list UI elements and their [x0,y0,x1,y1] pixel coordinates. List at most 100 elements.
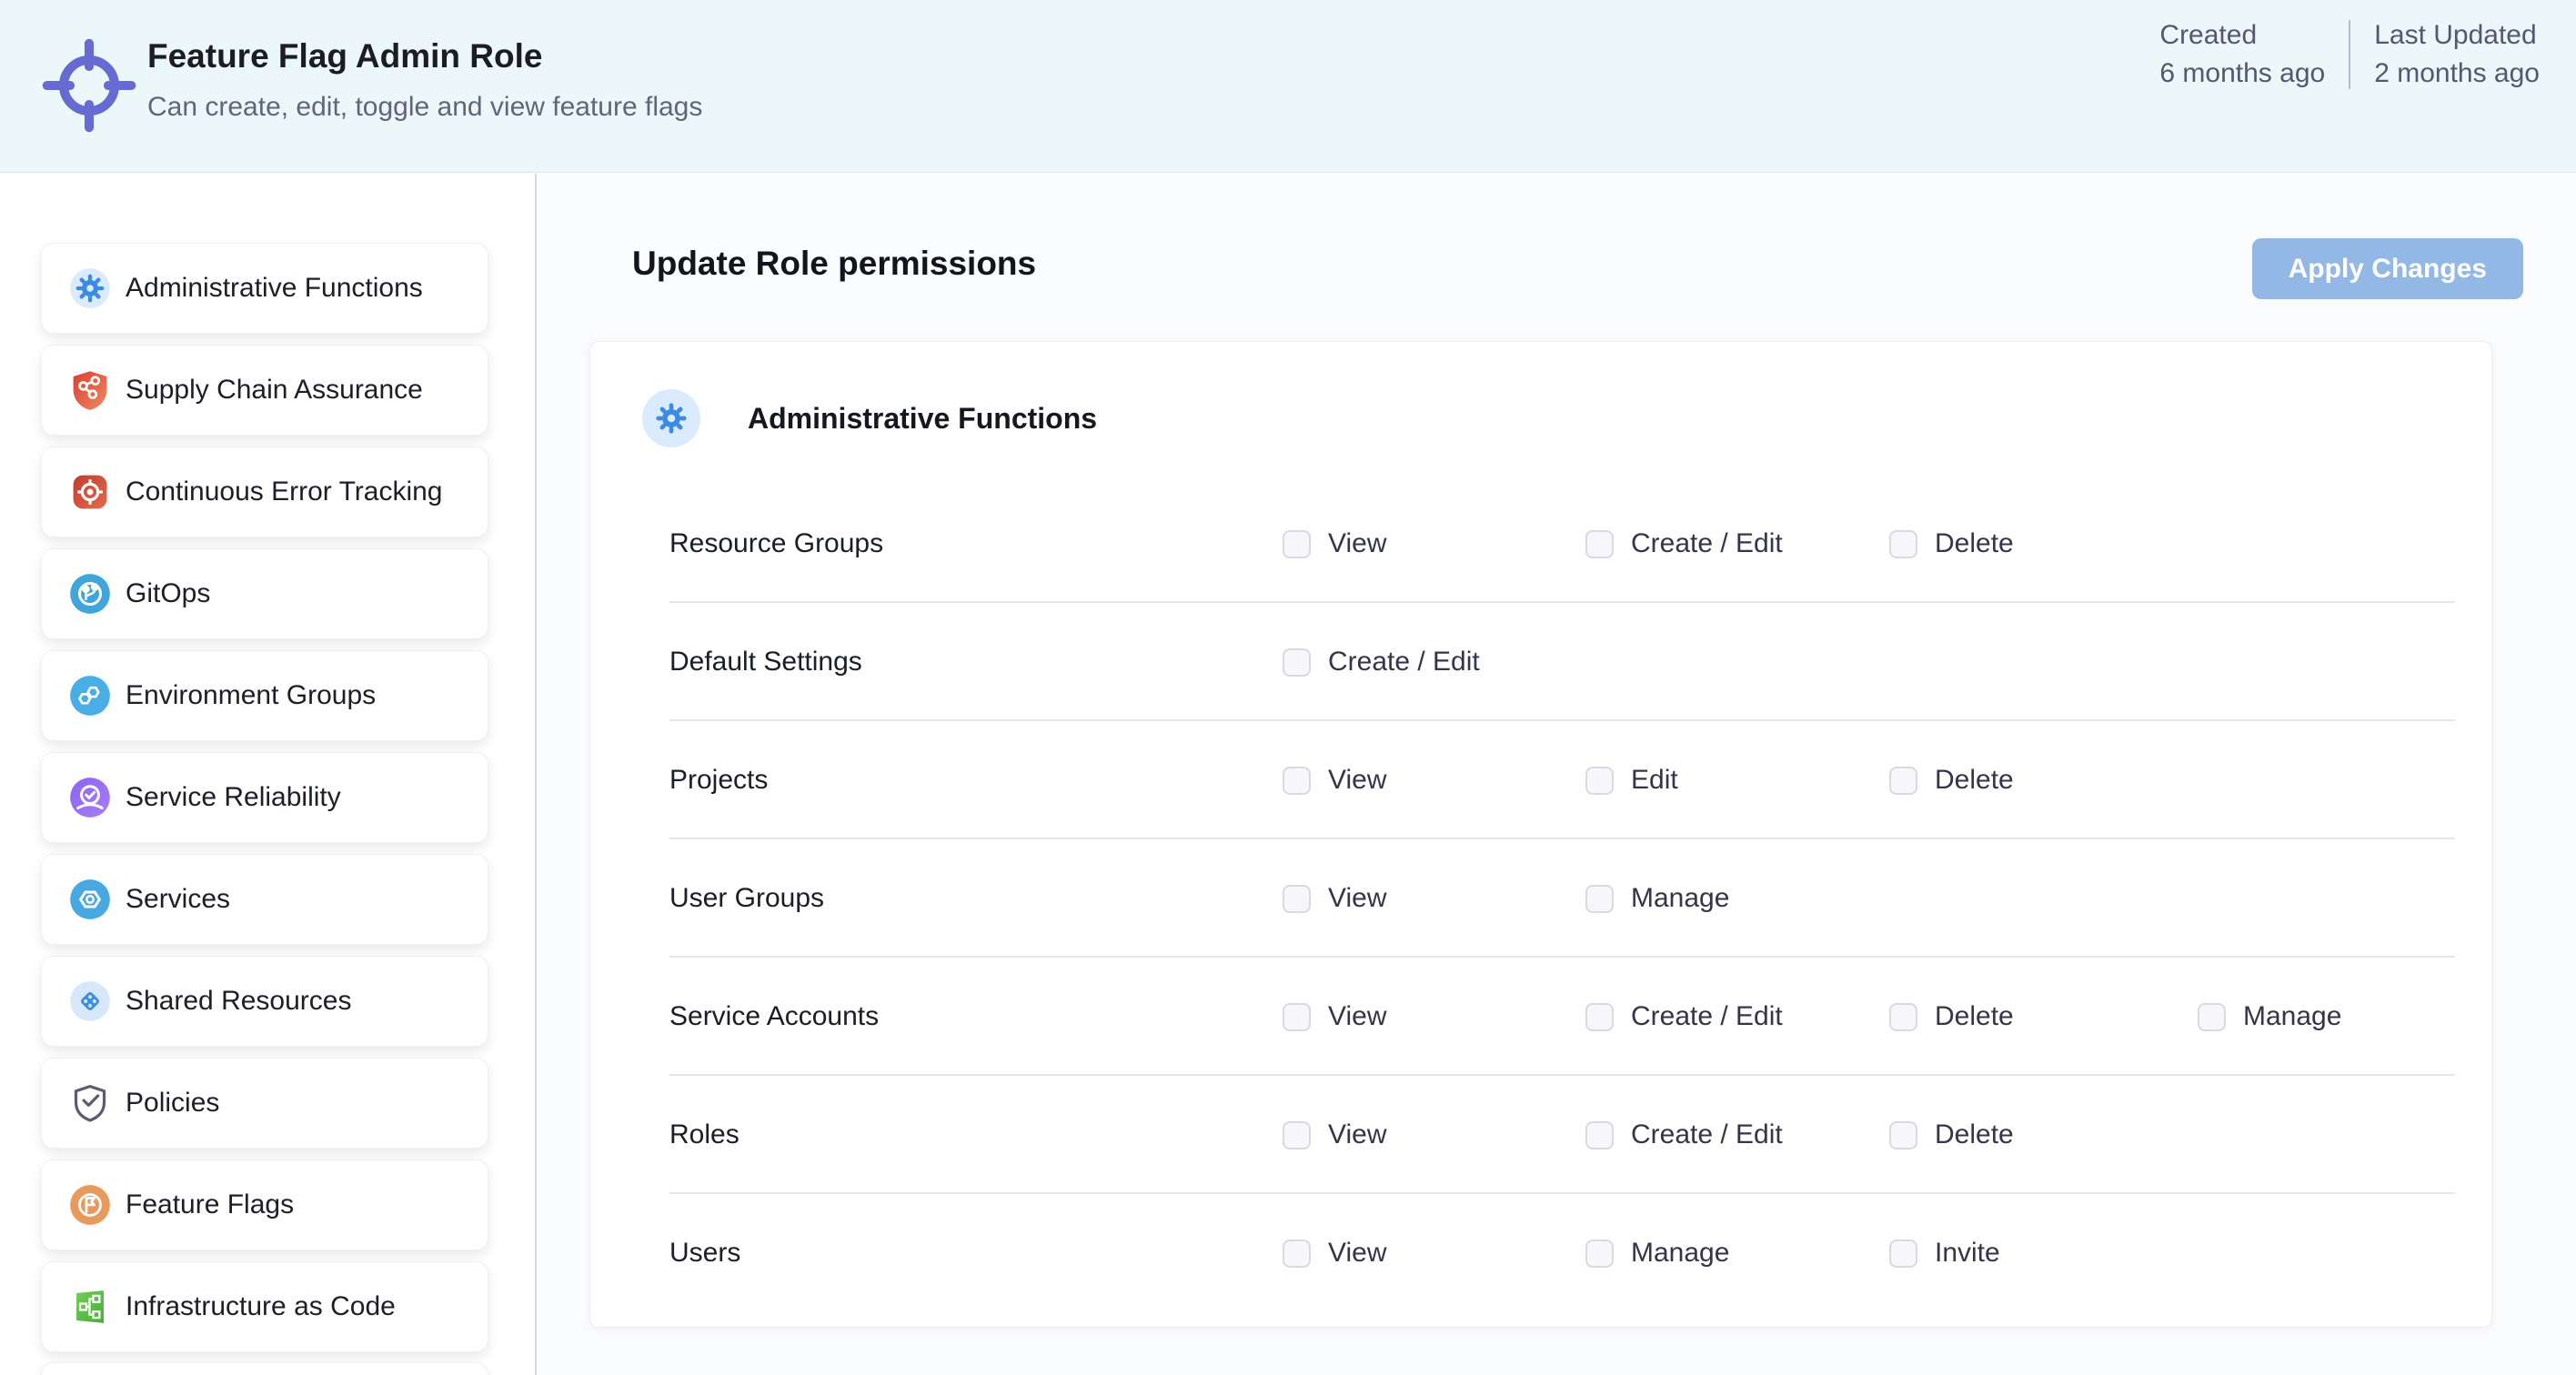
sidebar-item-label: Infrastructure as Code [126,1291,396,1322]
checkbox-unchecked[interactable] [1283,1003,1311,1031]
permission-row-resource-groups: Resource GroupsViewCreate / EditDelete [590,485,2491,603]
checkbox-unchecked[interactable] [1585,530,1614,558]
sidebar-item-policies[interactable]: Policies [41,1058,488,1149]
permission-label: Edit [1631,765,1678,796]
permission-user-groups-view[interactable]: View [1283,883,1386,914]
permission-projects-edit[interactable]: Edit [1585,765,1678,796]
permission-label: Invite [1935,1238,2000,1269]
permission-resource-groups-view[interactable]: View [1283,528,1386,559]
permission-label: Create / Edit [1631,1001,1783,1032]
permission-roles-delete[interactable]: Delete [1889,1119,2014,1150]
crosshair-role-icon [38,35,140,136]
permission-label: Delete [1935,765,2014,796]
permission-service-accounts-delete[interactable]: Delete [1889,1001,2014,1032]
sidebar-item-infrastructure-as-code[interactable]: Infrastructure as Code [41,1261,488,1352]
checkbox-unchecked[interactable] [2198,1003,2226,1031]
person-check-icon [69,777,111,818]
apply-changes-button[interactable]: Apply Changes [2252,238,2523,299]
sidebar-item-shared-resources[interactable]: Shared Resources [41,956,488,1047]
gear-icon [69,267,111,309]
sidebar-item-feature-flags[interactable]: Feature Flags [41,1159,488,1250]
sidebar-item-label: Administrative Functions [126,273,423,304]
last-updated-value: 2 months ago [2374,55,2540,93]
checkbox-unchecked[interactable] [1283,530,1311,558]
permission-row-roles: RolesViewCreate / EditDelete [590,1076,2491,1194]
checkbox-unchecked[interactable] [1585,767,1614,795]
shield-network-icon [69,369,111,411]
resource-label: Service Accounts [669,1001,879,1032]
permission-row-users: Users View Manage Invite [590,1194,2491,1312]
permission-row-user-groups: User Groups View Manage [590,839,2491,958]
shield-check-icon [69,1082,111,1124]
checkbox-unchecked[interactable] [1889,530,1917,558]
permission-users-manage[interactable]: Manage [1585,1238,1729,1269]
sidebar-item-supply-chain-assurance[interactable]: Supply Chain Assurance [41,345,488,436]
checkbox-unchecked[interactable] [1585,1240,1614,1268]
resource-label: Users [669,1238,740,1269]
permission-resource-groups-delete[interactable]: Delete [1889,528,2014,559]
permission-default-settings-create-edit[interactable]: Create / Edit [1283,647,1480,677]
page-title: Feature Flag Admin Role [147,36,702,76]
checkbox-unchecked[interactable] [1889,1121,1917,1149]
checkbox-unchecked[interactable] [1889,767,1917,795]
created-label: Created [2159,16,2325,55]
resource-label: User Groups [669,883,824,914]
checkbox-unchecked[interactable] [1889,1240,1917,1268]
permission-label: Delete [1935,528,2014,559]
sidebar-item-partial[interactable] [41,1362,488,1375]
permission-projects-view[interactable]: View [1283,765,1386,796]
last-updated-label: Last Updated [2374,16,2540,55]
permission-label: Create / Edit [1328,647,1480,677]
permission-roles-create-edit[interactable]: Create / Edit [1585,1119,1783,1150]
checkbox-unchecked[interactable] [1283,1121,1311,1149]
checkbox-unchecked[interactable] [1585,1003,1614,1031]
checkbox-unchecked[interactable] [1283,767,1311,795]
sidebar-item-services[interactable]: Services [41,854,488,945]
permission-label: Delete [1935,1119,2014,1150]
permission-label: Create / Edit [1631,528,1783,559]
sidebar-item-gitops[interactable]: GitOps [41,548,488,639]
permission-service-accounts-manage[interactable]: Manage [2198,1001,2341,1032]
error-target-icon [69,471,111,513]
module-section-header: Administrative Functions [642,389,1097,447]
created-meta: Created 6 months ago [2136,16,2349,93]
permission-label: Create / Edit [1631,1119,1783,1150]
permission-label: View [1328,528,1386,559]
checkbox-unchecked[interactable] [1283,1240,1311,1268]
page-header: Feature Flag Admin Role Can create, edit… [0,0,2576,173]
sidebar-item-environment-groups[interactable]: Environment Groups [41,650,488,741]
checkbox-unchecked[interactable] [1889,1003,1917,1031]
resource-label: Default Settings [669,647,862,677]
permission-user-groups-manage[interactable]: Manage [1585,883,1729,914]
sidebar-item-label: Supply Chain Assurance [126,375,423,406]
created-value: 6 months ago [2159,55,2325,93]
hexagon-icon [69,878,111,920]
page-subtitle: Can create, edit, toggle and view featur… [147,89,702,125]
sidebar-item-label: Environment Groups [126,680,376,711]
permission-roles-view[interactable]: View [1283,1119,1386,1150]
sidebar-item-administrative-functions[interactable]: Administrative Functions [41,243,488,334]
permission-row-default-settings: Default Settings Create / Edit [590,603,2491,721]
sidebar-item-label: Policies [126,1088,219,1119]
flag-icon [69,1184,111,1226]
permission-resource-groups-create-edit[interactable]: Create / Edit [1585,528,1783,559]
permission-label: Manage [1631,883,1729,914]
permission-label: View [1328,1119,1386,1150]
permission-projects-delete[interactable]: Delete [1889,765,2014,796]
permission-label: Manage [1631,1238,1729,1269]
permission-row-service-accounts: Service Accounts View Create / Edit Delete M… [590,958,2491,1076]
diamond-dots-icon [69,980,111,1022]
permission-users-view[interactable]: View [1283,1238,1386,1269]
sidebar-item-service-reliability[interactable]: Service Reliability [41,752,488,843]
section-page-title: Update Role permissions [632,245,1036,283]
permissions-panel: Update Role permissions Apply Changes [538,174,2576,1375]
permission-service-accounts-view[interactable]: View [1283,1001,1386,1032]
sidebar-item-continuous-error-tracking[interactable]: Continuous Error Tracking [41,447,488,537]
checkbox-unchecked[interactable] [1585,885,1614,913]
checkbox-unchecked[interactable] [1283,885,1311,913]
checkbox-unchecked[interactable] [1283,648,1311,677]
checkbox-unchecked[interactable] [1585,1121,1614,1149]
permission-service-accounts-create-edit[interactable]: Create / Edit [1585,1001,1783,1032]
permission-users-invite[interactable]: Invite [1889,1238,2000,1269]
sidebar-item-label: Continuous Error Tracking [126,477,443,507]
